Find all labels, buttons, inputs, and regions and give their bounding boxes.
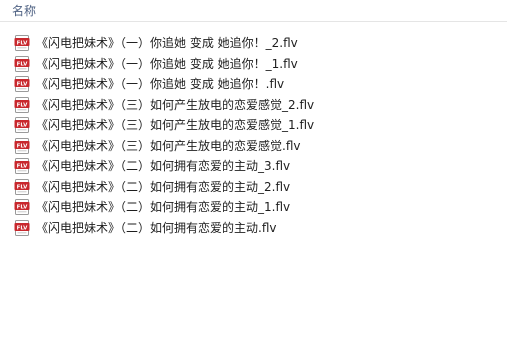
svg-text:FLV: FLV — [17, 184, 29, 190]
file-name[interactable]: 《闪电把妹术》（二）如何拥有恋爱的主动_2.flv — [36, 179, 290, 195]
file-row[interactable]: FLV 《闪电把妹术》（二）如何拥有恋爱的主动_3.flv — [0, 156, 507, 177]
file-name[interactable]: 《闪电把妹术》（一）你追她 变成 她追你！.flv — [36, 76, 284, 92]
flv-file-icon: FLV — [14, 199, 30, 215]
flv-file-icon: FLV — [14, 55, 30, 72]
file-name[interactable]: 《闪电把妹术》（一）你追她 变成 她追你！_2.flv — [36, 35, 298, 51]
file-row[interactable]: FLV 《闪电把妹术》（三）如何产生放电的恋爱感觉.flv — [0, 136, 507, 157]
file-row[interactable]: FLV 《闪电把妹术》（一）你追她 变成 她追你！_2.flv — [0, 33, 507, 54]
flv-file-icon: FLV — [14, 158, 30, 174]
file-row[interactable]: FLV 《闪电把妹术》（三）如何产生放电的恋爱感觉_1.flv — [0, 115, 507, 136]
file-name[interactable]: 《闪电把妹术》（三）如何产生放电的恋爱感觉_2.flv — [36, 97, 314, 113]
svg-text:FLV: FLV — [17, 61, 29, 67]
column-header[interactable]: 名称 — [0, 0, 507, 22]
file-row[interactable]: FLV 《闪电把妹术》（二）如何拥有恋爱的主动.flv — [0, 218, 507, 239]
file-row[interactable]: FLV 《闪电把妹术》（二）如何拥有恋爱的主动_2.flv — [0, 177, 507, 198]
file-row[interactable]: FLV 《闪电把妹术》（三）如何产生放电的恋爱感觉_2.flv — [0, 95, 507, 116]
svg-text:FLV: FLV — [17, 40, 29, 46]
name-column-header[interactable]: 名称 — [12, 3, 36, 19]
flv-file-icon: FLV — [14, 117, 30, 133]
svg-text:FLV: FLV — [17, 143, 29, 149]
file-name[interactable]: 《闪电把妹术》（三）如何产生放电的恋爱感觉.flv — [36, 138, 300, 154]
flv-file-icon: FLV — [14, 96, 30, 113]
file-row[interactable]: FLV 《闪电把妹术》（二）如何拥有恋爱的主动_1.flv — [0, 197, 507, 218]
file-row[interactable]: FLV 《闪电把妹术》（一）你追她 变成 她追你！.flv — [0, 74, 507, 95]
svg-text:FLV: FLV — [17, 225, 29, 231]
file-name[interactable]: 《闪电把妹术》（二）如何拥有恋爱的主动.flv — [36, 220, 276, 236]
flv-file-icon: FLV — [14, 35, 30, 51]
flv-file-icon: FLV — [14, 219, 30, 236]
file-explorer: 名称 FLV 《闪电把妹术》（一）你追她 变成 她追你！_2.flv FLV 《… — [0, 0, 507, 340]
flv-file-icon: FLV — [14, 76, 30, 92]
file-name[interactable]: 《闪电把妹术》（二）如何拥有恋爱的主动_3.flv — [36, 158, 290, 174]
svg-text:FLV: FLV — [17, 102, 29, 108]
svg-text:FLV: FLV — [17, 122, 29, 128]
file-list: FLV 《闪电把妹术》（一）你追她 变成 她追你！_2.flv FLV 《闪电把… — [0, 33, 507, 238]
file-row[interactable]: FLV 《闪电把妹术》（一）你追她 变成 她追你！_1.flv — [0, 54, 507, 75]
svg-text:FLV: FLV — [17, 204, 29, 210]
file-name[interactable]: 《闪电把妹术》（二）如何拥有恋爱的主动_1.flv — [36, 199, 290, 215]
file-name[interactable]: 《闪电把妹术》（一）你追她 变成 她追你！_1.flv — [36, 56, 298, 72]
svg-text:FLV: FLV — [17, 163, 29, 169]
flv-file-icon: FLV — [14, 137, 30, 154]
svg-text:FLV: FLV — [17, 81, 29, 87]
file-name[interactable]: 《闪电把妹术》（三）如何产生放电的恋爱感觉_1.flv — [36, 117, 314, 133]
flv-file-icon: FLV — [14, 178, 30, 195]
